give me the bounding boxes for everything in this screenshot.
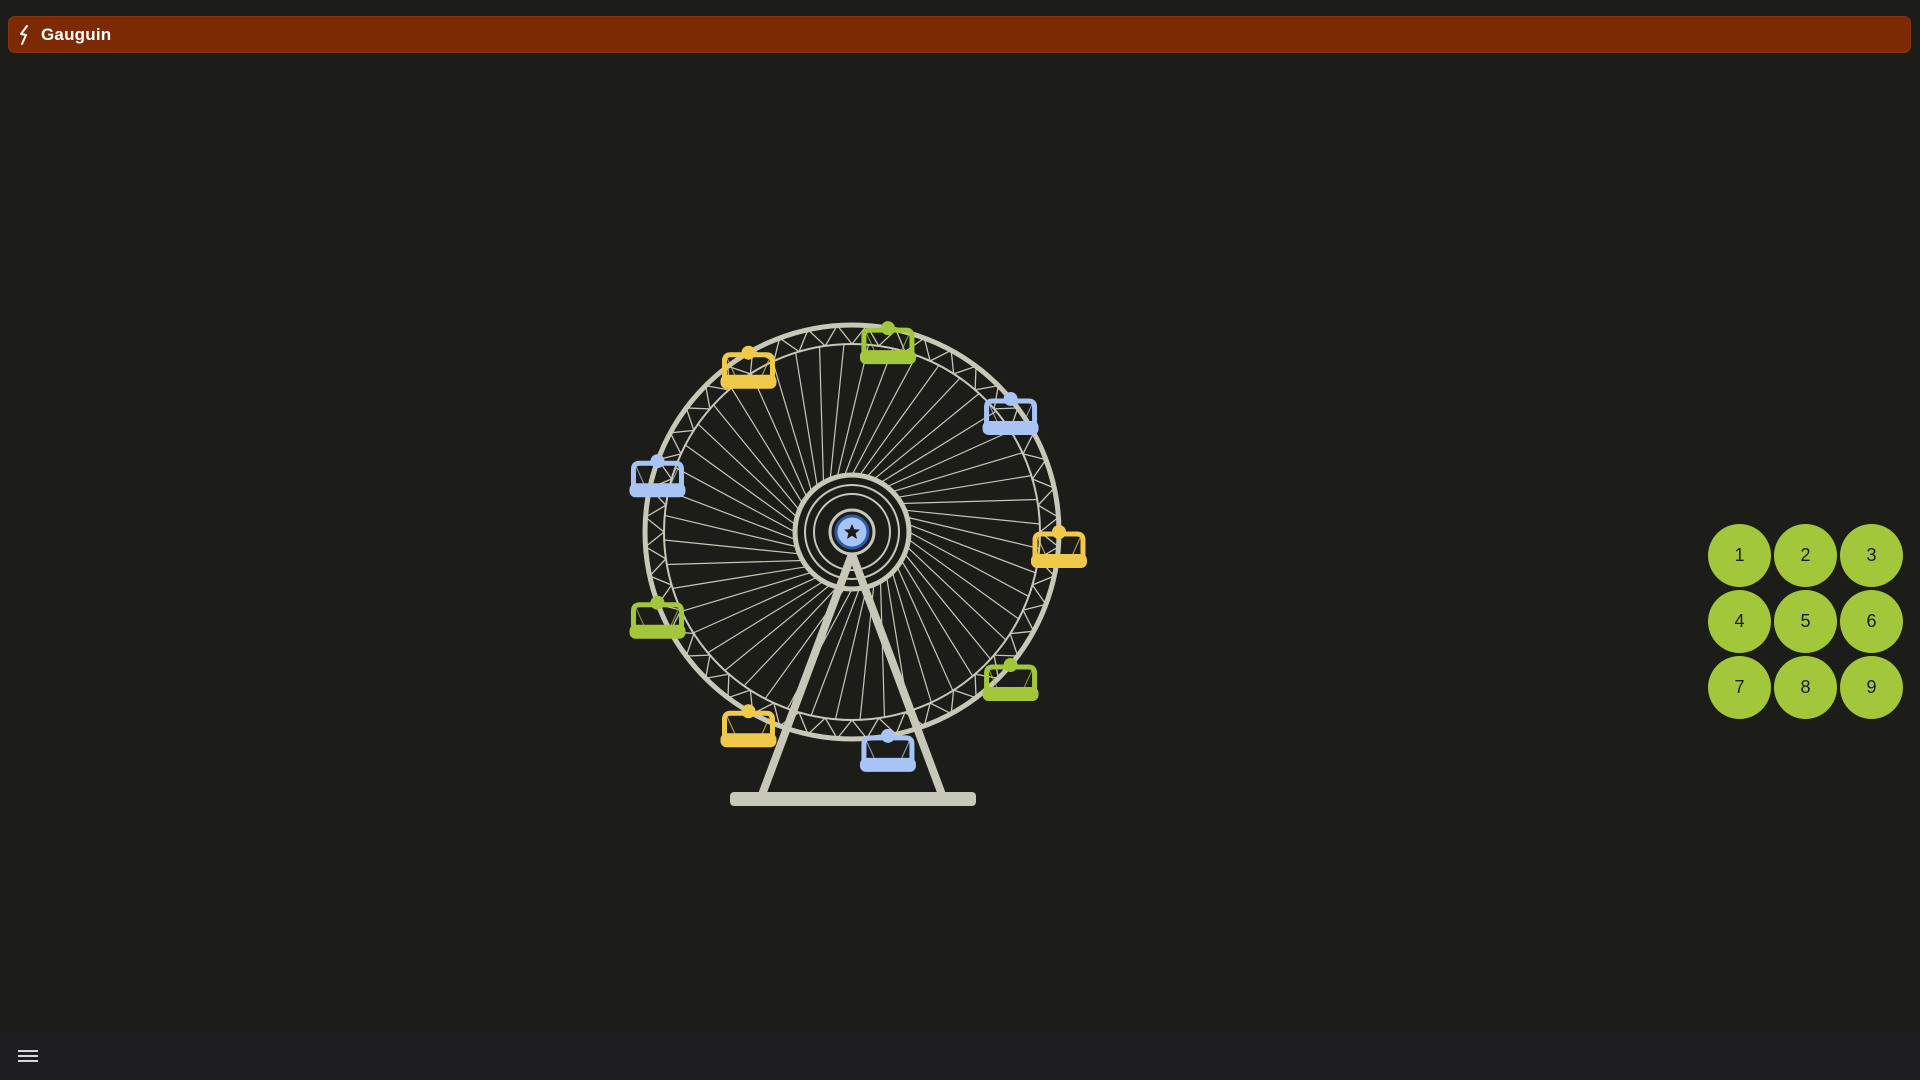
app-title: Gauguin	[41, 24, 112, 44]
game-area: 123 456 789	[0, 54, 1920, 1030]
hamburger-menu-icon[interactable]	[16, 1044, 40, 1068]
wheel-support	[730, 550, 976, 806]
gondola-yellow	[720, 704, 777, 748]
key-2[interactable]: 2	[1774, 524, 1837, 587]
key-8[interactable]: 8	[1774, 656, 1837, 719]
number-keypad: 123 456 789	[1708, 524, 1906, 719]
key-6[interactable]: 6	[1840, 590, 1903, 653]
lightning-icon	[17, 23, 35, 47]
wheel-hub	[792, 472, 912, 592]
key-1[interactable]: 1	[1708, 524, 1771, 587]
bottom-bar	[0, 1031, 1920, 1080]
wheel-base	[730, 792, 976, 806]
gondola-green	[982, 658, 1039, 702]
gondola-blue	[982, 391, 1039, 435]
key-7[interactable]: 7	[1708, 656, 1771, 719]
key-3[interactable]: 3	[1840, 524, 1903, 587]
key-5[interactable]: 5	[1774, 590, 1837, 653]
ferris-wheel-illustration	[629, 321, 1087, 806]
key-4[interactable]: 4	[1708, 590, 1771, 653]
key-9[interactable]: 9	[1840, 656, 1903, 719]
title-bar: Gauguin	[8, 16, 1911, 53]
